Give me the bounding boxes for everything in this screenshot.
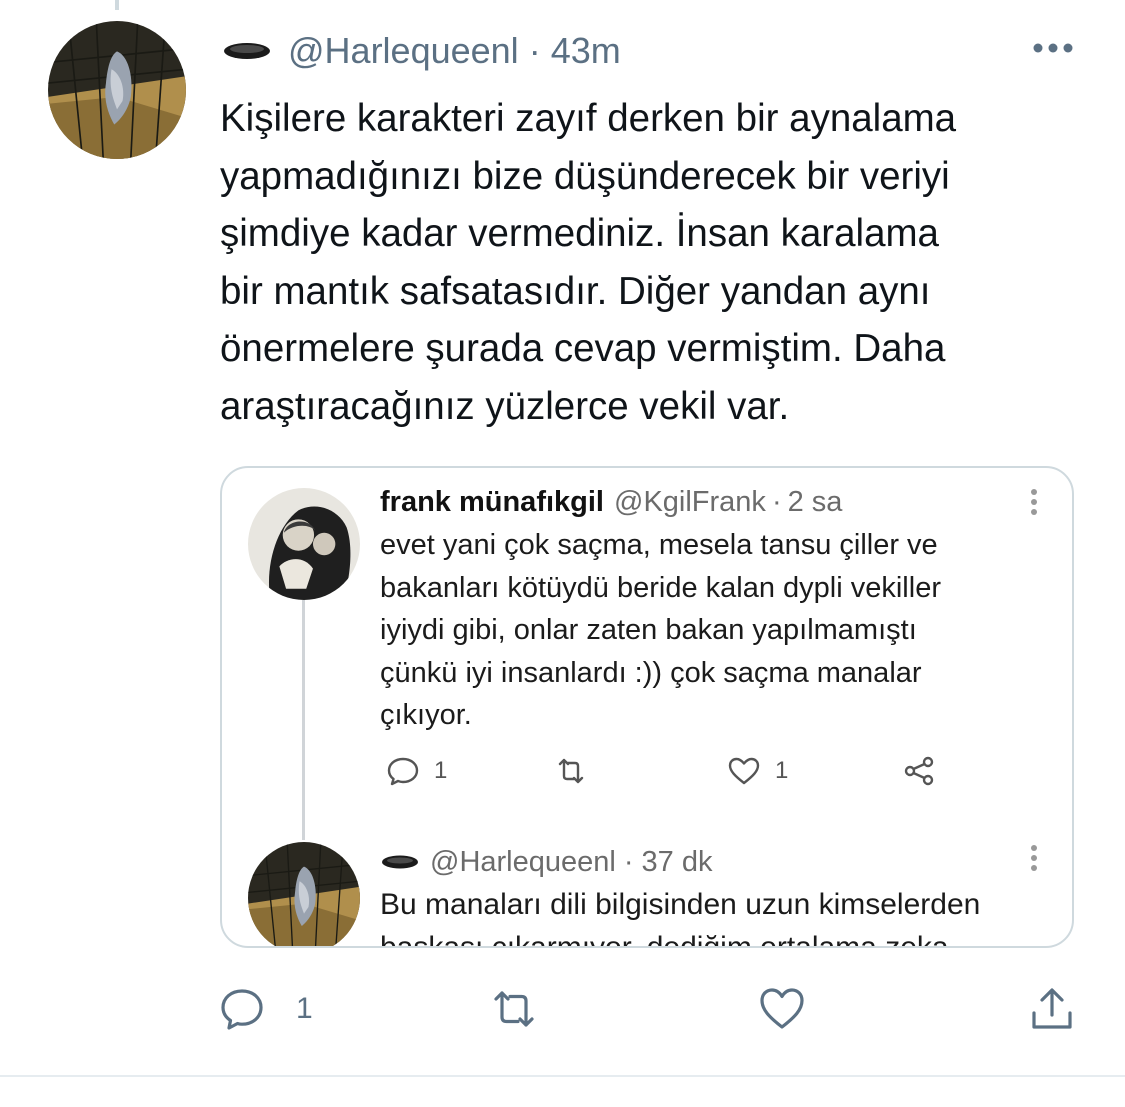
- quoted-retweet-button[interactable]: [554, 756, 602, 786]
- tweet-text: Kişilere karakteri zayıf derken bir ayna…: [220, 97, 957, 428]
- retweet-button[interactable]: [490, 985, 538, 1033]
- quoted-reply-text: Bu manaları dili bilgisinden uzun kimsel…: [380, 888, 981, 948]
- quoted-more-options-icon[interactable]: [1030, 488, 1038, 516]
- hole-emoji-icon: [224, 43, 270, 59]
- retweet-icon: [494, 991, 534, 1027]
- quoted-reply-avatar[interactable]: [248, 842, 360, 946]
- quoted-reply-timestamp[interactable]: 37 dk: [642, 846, 713, 879]
- quoted-share-button[interactable]: [902, 756, 950, 786]
- thread-connector-line: [115, 0, 119, 10]
- heart-icon: [728, 757, 760, 785]
- tweet-action-bar: 1: [0, 985, 1125, 1045]
- quoted-author-name[interactable]: frank münafıkgil: [380, 486, 604, 519]
- quoted-tweet-timestamp[interactable]: 2 sa: [788, 486, 843, 519]
- author-avatar[interactable]: [48, 21, 186, 159]
- quoted-reply-separator: ·: [623, 845, 634, 878]
- quoted-author-handle[interactable]: @KgilFrank: [614, 486, 766, 519]
- avatar-image: [248, 842, 360, 946]
- quoted-header-separator: ·: [771, 485, 782, 518]
- share-button[interactable]: [1028, 985, 1076, 1033]
- like-button[interactable]: [758, 985, 806, 1033]
- quoted-action-bar: 1 1: [222, 756, 1072, 796]
- quoted-reply-more-options-icon[interactable]: [1030, 844, 1038, 872]
- reply-icon: [387, 757, 419, 786]
- quoted-reply-header: @Harlequeenl · 37 dk: [380, 842, 712, 882]
- retweet-icon: [558, 758, 584, 784]
- reply-icon: [221, 989, 263, 1030]
- header-separator: ·: [528, 30, 541, 71]
- quote-thread-line: [302, 600, 305, 840]
- quoted-like-count: 1: [775, 757, 789, 784]
- author-handle[interactable]: @Harlequeenl: [288, 30, 519, 72]
- quoted-reply-handle[interactable]: @Harlequeenl: [430, 846, 616, 879]
- tweet-timestamp[interactable]: 43m: [551, 30, 621, 72]
- avatar-image: [248, 488, 360, 600]
- quoted-tweet-text: evet yani çok saçma, mesela tansu çiller…: [380, 529, 941, 731]
- share-icon: [1032, 988, 1072, 1029]
- quoted-reply-button[interactable]: 1: [386, 756, 447, 786]
- reply-button[interactable]: 1: [218, 985, 313, 1033]
- avatar-image: [48, 21, 186, 159]
- tweet-divider: [0, 1075, 1125, 1077]
- heart-icon: [760, 988, 804, 1029]
- share-icon: [904, 756, 934, 786]
- quoted-author-avatar[interactable]: [248, 488, 360, 600]
- more-options-icon[interactable]: [1030, 38, 1076, 58]
- reply-count: 1: [296, 992, 313, 1025]
- quoted-reply-count: 1: [434, 757, 448, 784]
- quoted-thread-card[interactable]: frank münafıkgil @KgilFrank · 2 sa evet …: [220, 466, 1074, 948]
- tweet-header: @Harlequeenl · 43m: [222, 26, 621, 76]
- hole-emoji-icon: [382, 855, 418, 869]
- quoted-tweet-header: frank münafıkgil @KgilFrank · 2 sa: [380, 482, 842, 522]
- quoted-like-button[interactable]: 1: [727, 756, 788, 786]
